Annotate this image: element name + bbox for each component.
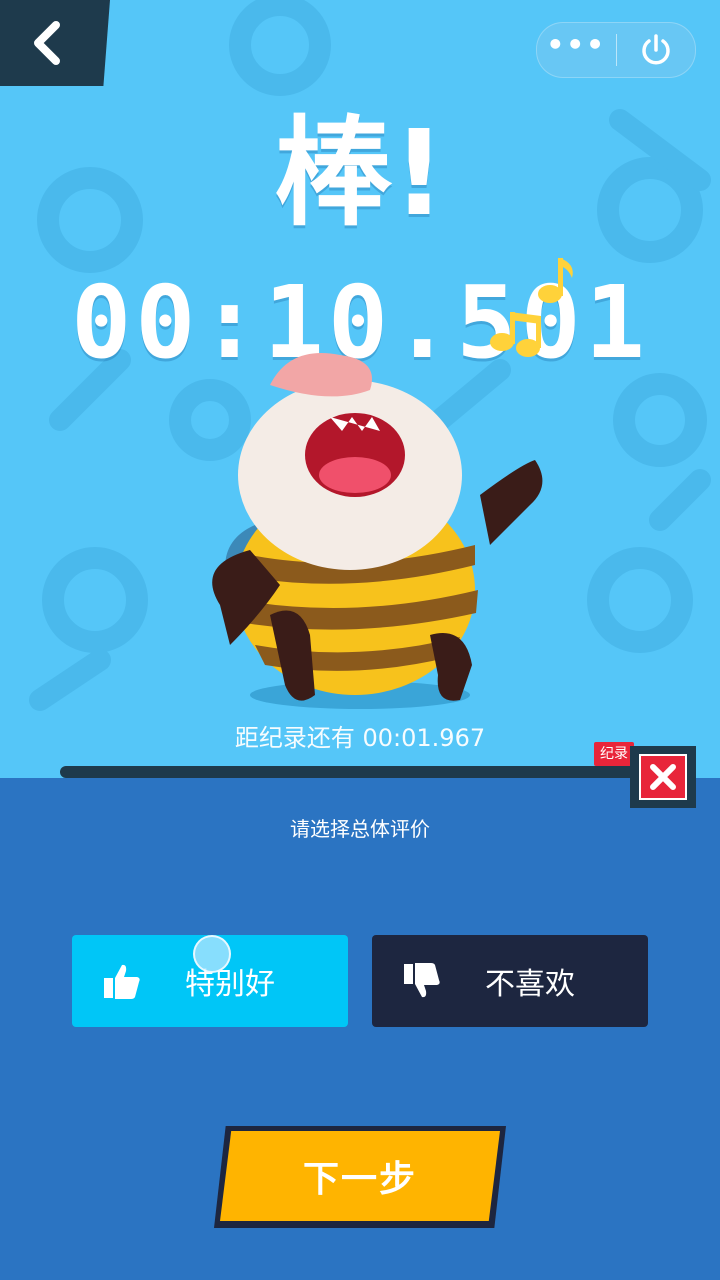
more-menu-button[interactable]: ••• bbox=[537, 23, 616, 77]
next-step-label: 下一步 bbox=[302, 1159, 417, 1200]
thumbs-up-icon bbox=[92, 961, 152, 1001]
result-hero: ••• 棒! 00:10.501 距纪录还有 00:01.967 bbox=[0, 0, 720, 778]
chevron-left-icon bbox=[34, 21, 60, 65]
back-button[interactable] bbox=[0, 0, 110, 86]
mini-program-capsule: ••• bbox=[536, 22, 696, 78]
touch-indicator bbox=[193, 935, 231, 973]
power-icon bbox=[642, 34, 670, 65]
next-step-button-face: 下一步 bbox=[220, 1131, 500, 1221]
rate-bad-button[interactable]: 不喜欢 bbox=[372, 935, 648, 1027]
result-headline: 棒! bbox=[274, 104, 446, 242]
close-button-face bbox=[639, 754, 687, 800]
close-x-icon bbox=[650, 764, 676, 790]
record-progress-bar bbox=[60, 766, 640, 778]
record-flag: 纪录 bbox=[594, 742, 634, 766]
thumbs-down-icon bbox=[392, 961, 452, 1001]
close-program-button[interactable] bbox=[617, 23, 696, 77]
next-step-button[interactable]: 下一步 bbox=[214, 1126, 506, 1228]
more-dots-icon: ••• bbox=[546, 28, 607, 61]
bee-mascot bbox=[212, 353, 543, 709]
rate-bad-label: 不喜欢 bbox=[485, 967, 575, 1002]
rate-good-label: 特别好 bbox=[185, 967, 275, 1002]
close-button[interactable] bbox=[630, 746, 696, 808]
rating-prompt: 请选择总体评价 bbox=[290, 817, 430, 841]
